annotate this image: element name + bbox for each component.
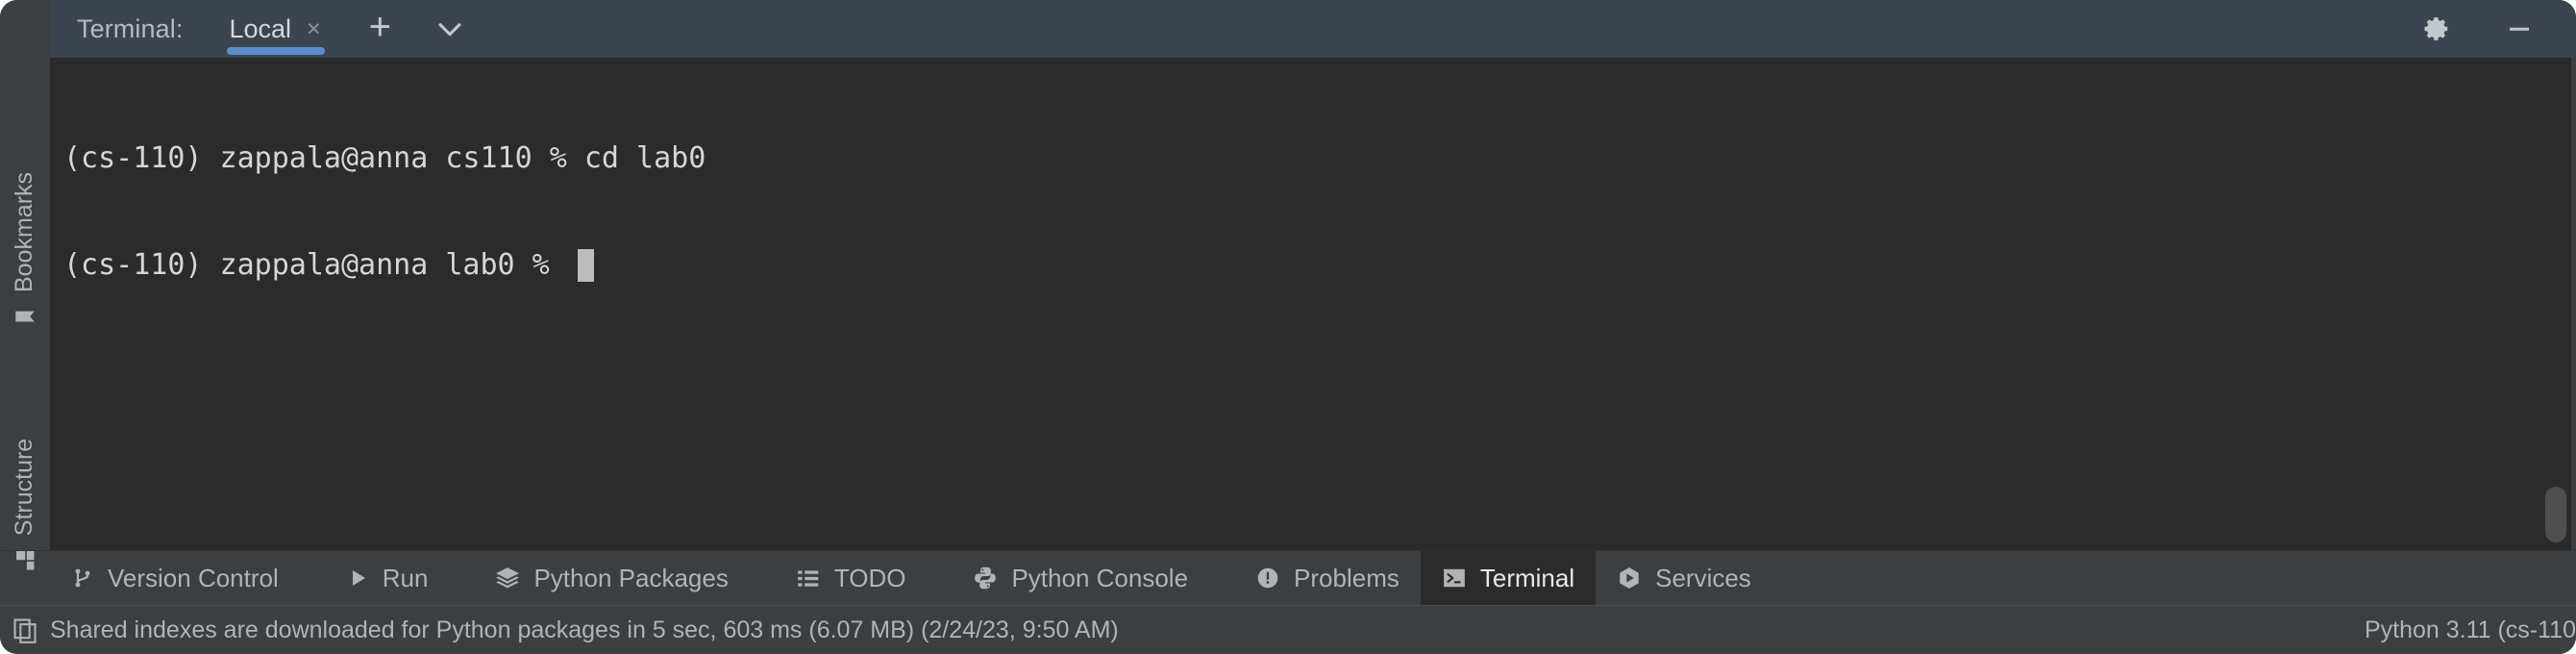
tool-window-terminal[interactable]: Terminal bbox=[1421, 551, 1596, 605]
terminal-scrollbar-thumb[interactable] bbox=[2545, 487, 2566, 542]
spacer bbox=[449, 551, 474, 605]
play-icon bbox=[346, 566, 369, 591]
spacer bbox=[300, 551, 325, 605]
terminal-cursor bbox=[578, 249, 594, 282]
status-bar: Shared indexes are downloaded for Python… bbox=[0, 605, 2576, 654]
layers-icon bbox=[495, 566, 520, 591]
branch-icon bbox=[71, 566, 94, 591]
terminal-header-bar: Terminal: Local × + bbox=[0, 0, 2576, 58]
spacer bbox=[1209, 551, 1234, 605]
terminal-line: (cs-110) zappala@anna lab0 % bbox=[63, 247, 2576, 283]
left-tool-strip: Bookmarks Structure bbox=[0, 58, 50, 550]
terminal-output: (cs-110) zappala@anna cs110 % cd lab0 (c… bbox=[50, 58, 2576, 354]
terminal-title: Terminal: bbox=[77, 14, 183, 44]
sidebar-item-structure-label: Structure bbox=[12, 438, 39, 535]
active-tab-underline bbox=[227, 47, 324, 55]
tool-window-python-console-label: Python Console bbox=[1011, 564, 1188, 593]
header-left-gutter bbox=[0, 0, 50, 58]
tool-window-problems[interactable]: Problems bbox=[1234, 551, 1421, 605]
list-icon bbox=[796, 566, 821, 591]
terminal-tab-local-label: Local bbox=[229, 14, 291, 44]
chevron-down-icon[interactable] bbox=[433, 13, 466, 45]
tool-window-python-packages[interactable]: Python Packages bbox=[474, 551, 749, 605]
add-terminal-tab-button[interactable]: + bbox=[369, 8, 391, 46]
tool-window-problems-label: Problems bbox=[1294, 564, 1399, 593]
spacer bbox=[750, 551, 775, 605]
terminal-right-edge bbox=[2571, 58, 2576, 550]
tool-window-version-control[interactable]: Version Control bbox=[50, 551, 300, 605]
terminal-icon bbox=[1442, 566, 1467, 591]
terminal-tab-local[interactable]: Local × bbox=[223, 0, 326, 58]
structure-icon bbox=[12, 547, 37, 572]
sidebar-item-bookmarks[interactable]: Bookmarks bbox=[0, 125, 50, 375]
services-play-icon bbox=[1617, 566, 1642, 591]
tool-window-bar: Version Control Run Python Packages bbox=[0, 550, 2576, 605]
tool-window-version-control-label: Version Control bbox=[108, 564, 279, 593]
sidebar-item-structure[interactable]: Structure bbox=[0, 385, 50, 625]
tool-window-terminal-label: Terminal bbox=[1480, 564, 1574, 593]
terminal-line-text: (cs-110) zappala@anna lab0 % bbox=[63, 248, 567, 284]
exclamation-circle-icon bbox=[1255, 566, 1280, 591]
tool-window-python-console[interactable]: Python Console bbox=[952, 551, 1209, 605]
tool-window-todo-label: TODO bbox=[834, 564, 906, 593]
python-icon bbox=[973, 566, 998, 591]
terminal-panel[interactable]: (cs-110) zappala@anna cs110 % cd lab0 (c… bbox=[50, 58, 2576, 550]
minimize-icon[interactable] bbox=[2505, 14, 2534, 43]
tool-window-todo[interactable]: TODO bbox=[775, 551, 928, 605]
bookmark-icon bbox=[12, 304, 37, 329]
header-right-actions bbox=[2422, 14, 2576, 43]
sidebar-item-bookmarks-label: Bookmarks bbox=[12, 171, 39, 291]
terminal-line: (cs-110) zappala@anna cs110 % cd lab0 bbox=[63, 141, 2576, 177]
main-region: Bookmarks Structure bbox=[0, 58, 2576, 550]
tool-window-run-label: Run bbox=[383, 564, 429, 593]
close-icon[interactable]: × bbox=[307, 17, 321, 41]
tool-window-services[interactable]: Services bbox=[1596, 551, 1772, 605]
status-message: Shared indexes are downloaded for Python… bbox=[50, 616, 1119, 644]
tool-window-python-packages-label: Python Packages bbox=[533, 564, 728, 593]
terminal-line-text: (cs-110) zappala@anna cs110 % cd lab0 bbox=[63, 141, 706, 177]
tool-window-run[interactable]: Run bbox=[325, 551, 450, 605]
gear-icon[interactable] bbox=[2422, 14, 2451, 43]
interpreter-indicator[interactable]: Python 3.11 (cs-110 bbox=[2365, 616, 2576, 644]
ide-window: Terminal: Local × + bbox=[0, 0, 2576, 654]
spacer bbox=[927, 551, 952, 605]
tool-window-services-label: Services bbox=[1655, 564, 1751, 593]
